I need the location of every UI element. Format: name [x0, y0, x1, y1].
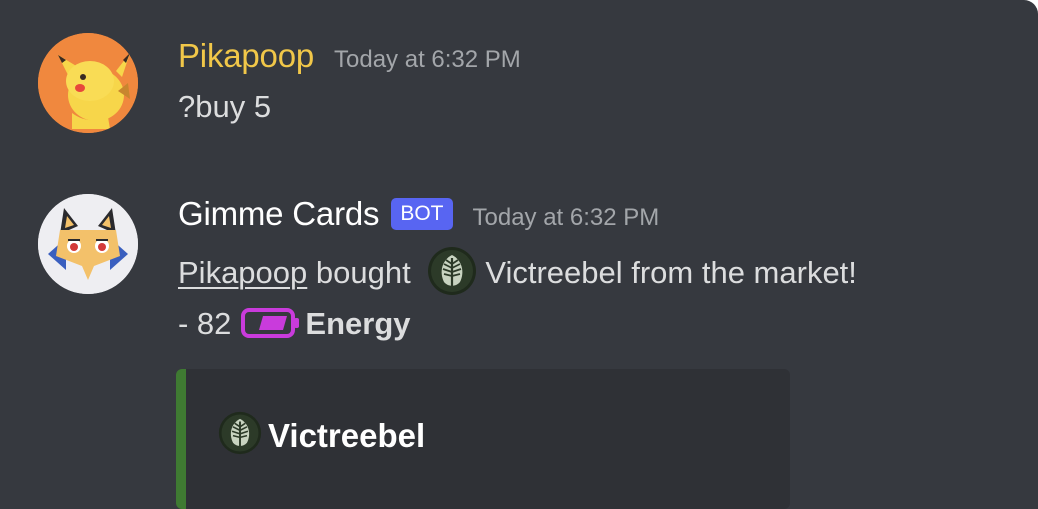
bought-text: bought: [307, 255, 420, 291]
energy-battery-icon: [241, 306, 301, 340]
bot-badge: BOT: [391, 198, 453, 230]
message-header: Pikapoop Today at 6:32 PM: [178, 37, 521, 75]
timestamp[interactable]: Today at 6:32 PM: [334, 46, 521, 74]
message-header: Gimme Cards BOT Today at 6:32 PM: [178, 195, 659, 235]
message-content: ?buy 5: [178, 89, 272, 124]
pikachu-avatar-icon[interactable]: [38, 33, 138, 133]
grass-leaf-icon: [427, 246, 477, 296]
user-mention[interactable]: Pikapoop: [178, 255, 307, 290]
embed-accent-bar: [176, 369, 186, 509]
cost-amount: - 82: [178, 306, 232, 341]
username[interactable]: Pikapoop: [178, 37, 314, 75]
timestamp[interactable]: Today at 6:32 PM: [473, 204, 660, 232]
window-corner: [1024, 0, 1038, 14]
embed-title-text[interactable]: Victreebel: [268, 417, 425, 455]
purchase-line: Pikapoop bought Victreebel from the mark…: [178, 247, 857, 300]
card-embed: Victreebel: [176, 369, 790, 509]
cost-line: - 82 Energy: [178, 306, 411, 343]
embed-title: Victreebel: [218, 411, 425, 458]
fox-avatar-icon[interactable]: [38, 194, 138, 294]
username[interactable]: Gimme Cards: [178, 195, 380, 233]
grass-leaf-icon: [218, 411, 262, 455]
currency-label: Energy: [305, 306, 411, 341]
card-text: Victreebel from the market!: [485, 255, 857, 291]
